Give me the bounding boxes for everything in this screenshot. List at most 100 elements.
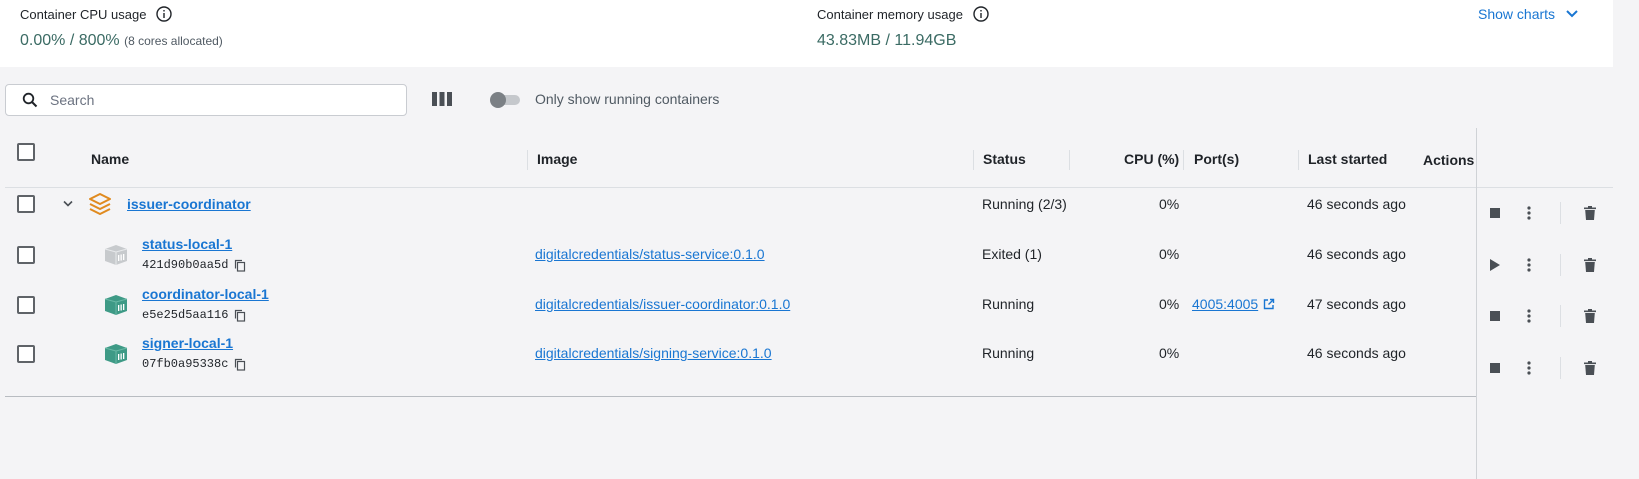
start-button[interactable] [1484, 254, 1506, 276]
cpu-usage-current: 0.00% [20, 32, 66, 49]
memory-usage-label: Container memory usage [817, 6, 963, 22]
actions-column-divider [1476, 128, 1477, 479]
show-charts-button[interactable]: Show charts [1478, 6, 1579, 22]
row-checkbox[interactable] [17, 345, 35, 363]
row-checkbox[interactable] [17, 296, 35, 314]
cpu-usage-value: 0.00% / 800% (8 cores allocated) [20, 32, 223, 50]
actions-divider [1560, 357, 1561, 379]
more-vertical-icon [1527, 309, 1531, 323]
stop-button[interactable] [1484, 357, 1506, 379]
more-button[interactable] [1518, 305, 1540, 327]
cpu-cores-note: (8 cores allocated) [124, 34, 223, 48]
table-row-group[interactable]: issuer-coordinator Running (2/3) 0% 46 s… [5, 178, 1613, 230]
container-icon [104, 295, 128, 315]
running-only-toggle[interactable] [490, 92, 520, 108]
copy-icon[interactable] [234, 358, 246, 371]
stop-button[interactable] [1484, 202, 1506, 224]
copy-icon[interactable] [234, 309, 246, 322]
container-id-text: 07fb0a95338c [142, 357, 229, 371]
memory-usage-current: 43.83MB [817, 32, 882, 49]
container-id-text: e5e25d5aa116 [142, 308, 229, 322]
cpu-usage-total: 800% [78, 32, 120, 49]
running-only-label: Only show running containers [535, 91, 720, 107]
external-link-icon[interactable] [1263, 298, 1275, 310]
column-divider [1069, 150, 1070, 170]
row-checkbox[interactable] [17, 246, 35, 264]
show-charts-label: Show charts [1478, 6, 1556, 22]
container-name-link[interactable]: status-local-1 [142, 236, 232, 252]
cpu-value: 0% [1159, 246, 1180, 262]
column-divider [973, 150, 974, 170]
group-name-link[interactable]: issuer-coordinator [127, 196, 251, 212]
last-started-text: 47 seconds ago [1307, 296, 1406, 312]
container-id: e5e25d5aa116 [142, 308, 246, 322]
table-row[interactable]: status-local-1 421d90b0aa5d digitalcrede… [5, 230, 1613, 282]
status-text: Running [982, 296, 1035, 312]
trash-icon [1584, 206, 1596, 220]
memory-usage-separator: / [881, 32, 895, 49]
more-button[interactable] [1518, 357, 1540, 379]
header-image[interactable]: Image [537, 151, 577, 167]
image-link[interactable]: digitalcredentials/issuer-coordinator:0.… [535, 296, 790, 312]
row-checkbox[interactable] [17, 195, 35, 213]
stop-button[interactable] [1484, 305, 1506, 327]
delete-button[interactable] [1579, 305, 1601, 327]
info-icon[interactable] [973, 6, 989, 22]
last-started-text: 46 seconds ago [1307, 345, 1406, 361]
container-name-link[interactable]: coordinator-local-1 [142, 286, 269, 302]
search-box[interactable] [5, 84, 407, 116]
header-name[interactable]: Name [91, 151, 129, 167]
stop-icon [1490, 311, 1500, 321]
more-button[interactable] [1518, 202, 1540, 224]
stop-icon [1490, 208, 1500, 218]
chevron-down-icon [1566, 10, 1578, 18]
container-icon [104, 245, 128, 265]
more-vertical-icon [1527, 206, 1531, 220]
info-icon[interactable] [156, 6, 173, 22]
more-vertical-icon [1527, 258, 1531, 272]
container-id: 421d90b0aa5d [142, 258, 246, 272]
header-last-started[interactable]: Last started [1308, 151, 1387, 167]
status-text: Exited (1) [982, 246, 1042, 262]
delete-button[interactable] [1579, 202, 1601, 224]
header-ports[interactable]: Port(s) [1194, 151, 1239, 167]
cpu-usage-separator: / [65, 32, 79, 49]
table-row[interactable]: coordinator-local-1 e5e25d5aa116 digital… [5, 280, 1613, 332]
stats-bar: Container CPU usage 0.00% / 800% (8 core… [0, 0, 1613, 67]
trash-icon [1584, 309, 1596, 323]
port-link-wrap[interactable]: 4005:4005 [1192, 296, 1275, 312]
header-status[interactable]: Status [983, 151, 1026, 167]
select-all-checkbox[interactable] [17, 143, 35, 161]
delete-button[interactable] [1579, 254, 1601, 276]
play-icon [1490, 259, 1500, 271]
container-id-text: 421d90b0aa5d [142, 258, 229, 272]
image-link[interactable]: digitalcredentials/signing-service:0.1.0 [535, 345, 772, 361]
delete-button[interactable] [1579, 357, 1601, 379]
table-bottom-border [5, 396, 1476, 397]
copy-icon[interactable] [234, 259, 246, 272]
more-button[interactable] [1518, 254, 1540, 276]
cpu-value: 0% [1159, 345, 1180, 361]
stack-icon [89, 193, 111, 215]
search-input[interactable] [50, 92, 370, 108]
toolbar: Only show running containers [0, 80, 1613, 120]
columns-icon[interactable] [431, 89, 453, 109]
memory-usage-value: 43.83MB / 11.94GB [817, 32, 956, 50]
status-text: Running [982, 345, 1035, 361]
column-divider [1183, 150, 1184, 170]
stop-icon [1490, 363, 1500, 373]
actions-divider [1560, 305, 1561, 327]
trash-icon [1584, 258, 1596, 272]
chevron-down-icon[interactable] [62, 199, 74, 209]
header-cpu[interactable]: CPU (%) [1124, 151, 1179, 167]
actions-divider [1560, 254, 1561, 276]
toggle-knob [490, 92, 506, 108]
trash-icon [1584, 361, 1596, 375]
status-text: Running (2/3) [982, 196, 1067, 212]
actions-divider [1560, 202, 1561, 224]
image-link[interactable]: digitalcredentials/status-service:0.1.0 [535, 246, 765, 262]
table-row[interactable]: signer-local-1 07fb0a95338c digitalcrede… [5, 329, 1613, 381]
port-link[interactable]: 4005:4005 [1192, 296, 1258, 312]
container-name-link[interactable]: signer-local-1 [142, 335, 233, 351]
header-actions: Actions [1423, 152, 1475, 168]
